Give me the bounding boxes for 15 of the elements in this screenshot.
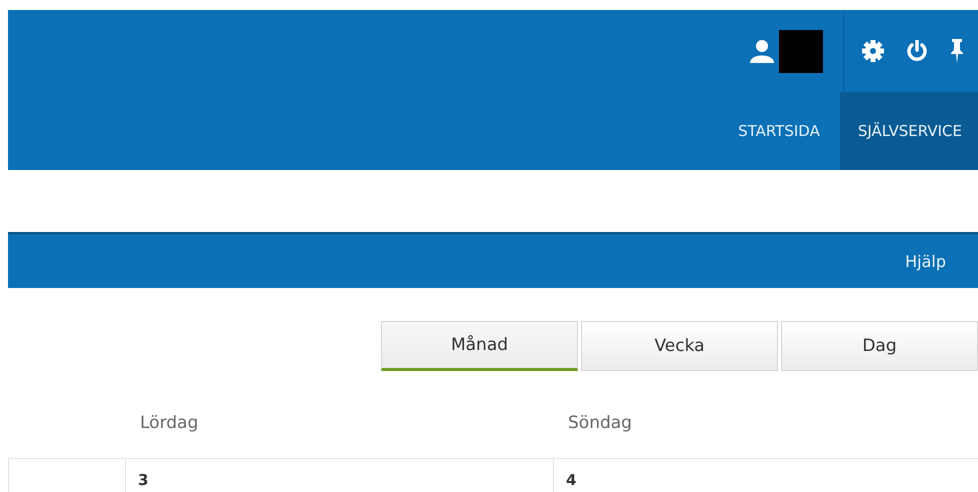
nav-tab[interactable]: SJÄLVSERVICE	[840, 92, 978, 170]
date-number: 3	[138, 471, 148, 489]
view-tab[interactable]: Månad	[381, 321, 578, 371]
weekday-header: Söndag	[568, 413, 632, 433]
nav-tab[interactable]: STARTSIDA	[718, 92, 840, 170]
power-icon[interactable]	[906, 40, 928, 62]
user-icon[interactable]	[749, 39, 775, 63]
view-tab[interactable]: Vecka	[581, 321, 778, 371]
pin-icon[interactable]	[950, 38, 964, 64]
settings-icon[interactable]	[862, 40, 884, 62]
help-link[interactable]: Hjälp	[905, 252, 978, 270]
view-tab[interactable]: Dag	[781, 321, 978, 371]
date-number: 4	[566, 471, 576, 489]
weekday-header: Lördag	[140, 413, 198, 433]
redaction-block	[779, 30, 823, 72]
